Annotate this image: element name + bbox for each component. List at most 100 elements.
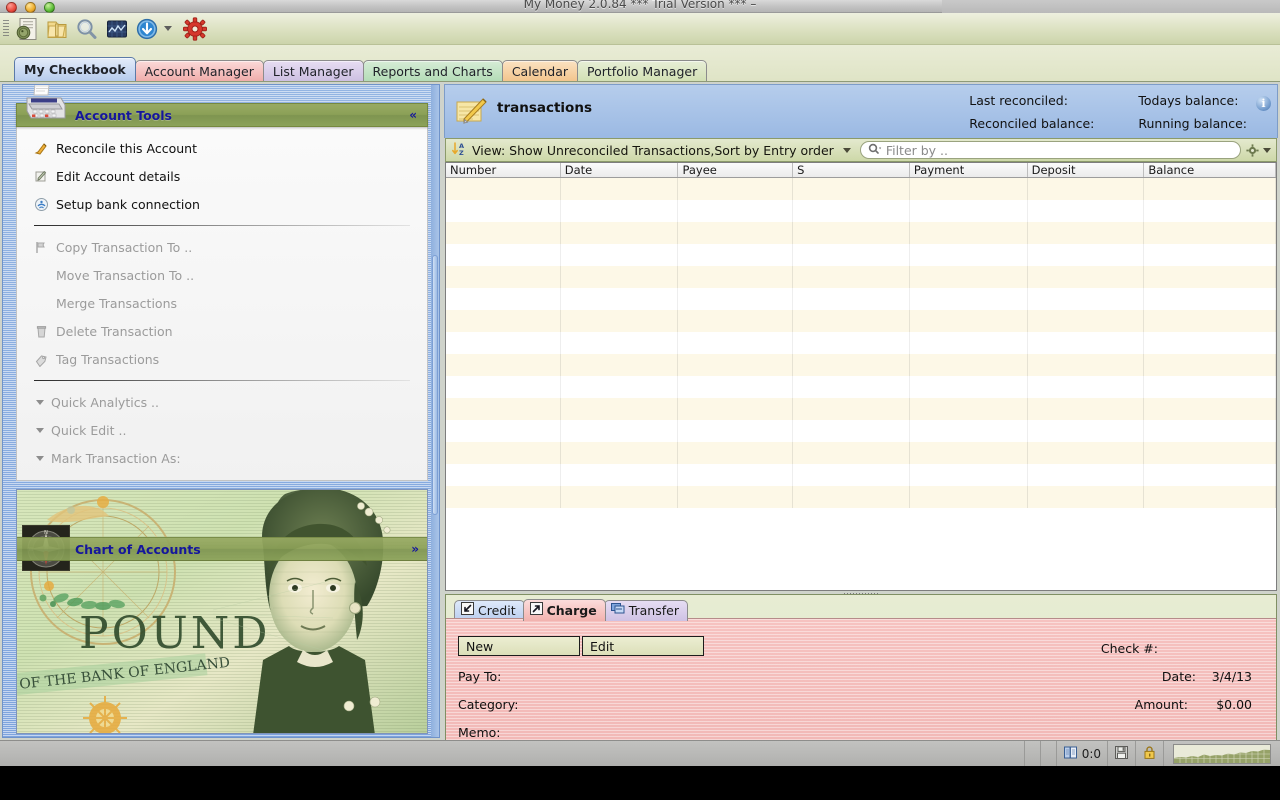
new-button[interactable]: New xyxy=(458,636,580,656)
download-dropdown-caret[interactable] xyxy=(164,26,172,31)
table-cell[interactable] xyxy=(446,442,561,464)
column-header-number[interactable]: Number xyxy=(446,163,561,177)
table-cell[interactable] xyxy=(446,244,561,266)
table-cell[interactable] xyxy=(446,310,561,332)
filter-gear-icon[interactable] xyxy=(1243,143,1261,157)
menu-item-quick-edit[interactable]: Quick Edit .. xyxy=(17,416,427,444)
table-cell[interactable] xyxy=(561,398,679,420)
view-selector[interactable]: A Z View: Show Unreconciled Transactions… xyxy=(446,138,860,162)
table-cell[interactable] xyxy=(793,442,910,464)
column-header-payment[interactable]: Payment xyxy=(910,163,1028,177)
table-cell[interactable] xyxy=(561,266,679,288)
table-row[interactable] xyxy=(446,398,1276,420)
search-icon[interactable] xyxy=(72,15,102,43)
table-row[interactable] xyxy=(446,464,1276,486)
table-cell[interactable] xyxy=(561,420,679,442)
table-cell[interactable] xyxy=(793,376,910,398)
table-cell[interactable] xyxy=(1144,288,1276,310)
table-cell[interactable] xyxy=(910,200,1028,222)
table-cell[interactable] xyxy=(1028,398,1145,420)
table-cell[interactable] xyxy=(1028,442,1145,464)
table-cell[interactable] xyxy=(561,464,679,486)
chevron-down-icon[interactable] xyxy=(36,399,44,405)
table-cell[interactable] xyxy=(561,200,679,222)
table-cell[interactable] xyxy=(678,332,794,354)
table-cell[interactable] xyxy=(1028,288,1145,310)
table-row[interactable] xyxy=(446,442,1276,464)
table-cell[interactable] xyxy=(1028,310,1145,332)
filter-search-field[interactable]: Filter by .. xyxy=(859,141,1241,159)
table-cell[interactable] xyxy=(910,310,1028,332)
table-cell[interactable] xyxy=(1028,332,1145,354)
table-cell[interactable] xyxy=(678,376,794,398)
table-cell[interactable] xyxy=(1144,310,1276,332)
table-cell[interactable] xyxy=(446,420,561,442)
table-cell[interactable] xyxy=(561,442,679,464)
table-row[interactable] xyxy=(446,200,1276,222)
info-icon[interactable]: i xyxy=(1256,96,1271,111)
table-cell[interactable] xyxy=(910,464,1028,486)
date-value[interactable]: 3/4/13 xyxy=(1212,669,1252,684)
table-cell[interactable] xyxy=(1144,266,1276,288)
table-cell[interactable] xyxy=(446,332,561,354)
table-cell[interactable] xyxy=(1144,464,1276,486)
filter-options-caret[interactable] xyxy=(1263,147,1271,153)
table-cell[interactable] xyxy=(1028,486,1145,508)
table-cell[interactable] xyxy=(910,332,1028,354)
table-cell[interactable] xyxy=(910,376,1028,398)
table-cell[interactable] xyxy=(678,178,794,200)
table-cell[interactable] xyxy=(1028,464,1145,486)
table-cell[interactable] xyxy=(1144,442,1276,464)
chart-icon[interactable] xyxy=(102,15,132,43)
table-cell[interactable] xyxy=(1028,222,1145,244)
table-row[interactable] xyxy=(446,222,1276,244)
menu-item-quick-analytics[interactable]: Quick Analytics .. xyxy=(17,388,427,416)
table-cell[interactable] xyxy=(561,222,679,244)
table-cell[interactable] xyxy=(1144,244,1276,266)
table-cell[interactable] xyxy=(1144,420,1276,442)
table-cell[interactable] xyxy=(446,398,561,420)
tab-transfer[interactable]: Transfer xyxy=(603,600,688,621)
table-cell[interactable] xyxy=(678,486,794,508)
table-cell[interactable] xyxy=(561,244,679,266)
table-cell[interactable] xyxy=(793,222,910,244)
grid-body[interactable] xyxy=(446,178,1276,508)
menu-item-setup-bank-connection[interactable]: Setup bank connection xyxy=(17,190,427,218)
toolbar-grip[interactable] xyxy=(3,19,9,38)
table-cell[interactable] xyxy=(446,222,561,244)
table-cell[interactable] xyxy=(1144,222,1276,244)
table-cell[interactable] xyxy=(793,354,910,376)
table-cell[interactable] xyxy=(793,310,910,332)
table-cell[interactable] xyxy=(678,310,794,332)
table-cell[interactable] xyxy=(446,464,561,486)
table-cell[interactable] xyxy=(1144,200,1276,222)
column-header-deposit[interactable]: Deposit xyxy=(1028,163,1145,177)
table-cell[interactable] xyxy=(1028,376,1145,398)
menu-item-mark-transaction-as[interactable]: Mark Transaction As: xyxy=(17,444,427,472)
table-cell[interactable] xyxy=(910,486,1028,508)
tab-charge[interactable]: Charge xyxy=(522,599,606,621)
table-cell[interactable] xyxy=(678,420,794,442)
table-cell[interactable] xyxy=(910,266,1028,288)
table-cell[interactable] xyxy=(793,178,910,200)
menu-item-copy-transaction-to[interactable]: Copy Transaction To .. xyxy=(17,233,427,261)
lock-status-cell[interactable] xyxy=(1135,741,1163,767)
table-cell[interactable] xyxy=(678,244,794,266)
table-row[interactable] xyxy=(446,244,1276,266)
chevron-up-icon[interactable]: « xyxy=(409,109,417,121)
edit-button[interactable]: Edit xyxy=(582,636,704,656)
table-cell[interactable] xyxy=(678,442,794,464)
table-row[interactable] xyxy=(446,420,1276,442)
table-cell[interactable] xyxy=(793,332,910,354)
table-row[interactable] xyxy=(446,266,1276,288)
table-cell[interactable] xyxy=(910,354,1028,376)
tab-my-checkbook[interactable]: My Checkbook xyxy=(14,57,136,81)
table-cell[interactable] xyxy=(910,222,1028,244)
table-cell[interactable] xyxy=(1028,244,1145,266)
table-cell[interactable] xyxy=(678,266,794,288)
table-cell[interactable] xyxy=(1144,376,1276,398)
chevron-down-icon[interactable] xyxy=(36,455,44,461)
table-cell[interactable] xyxy=(1144,486,1276,508)
table-cell[interactable] xyxy=(678,464,794,486)
table-cell[interactable] xyxy=(1028,420,1145,442)
